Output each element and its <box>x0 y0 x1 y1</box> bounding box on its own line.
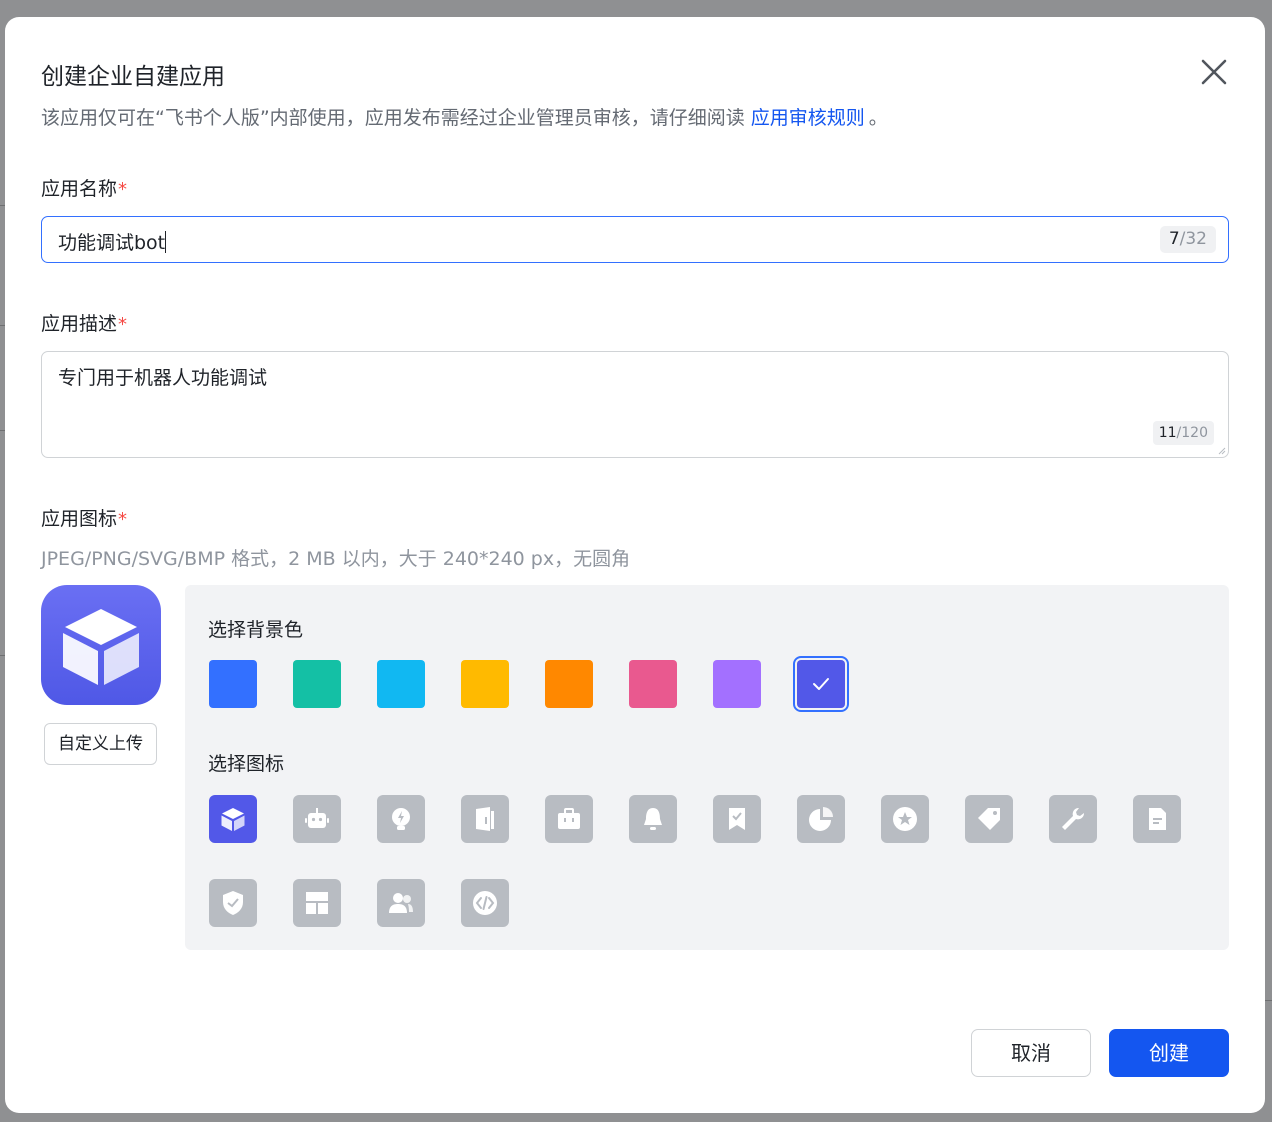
code-icon <box>473 891 497 915</box>
icon-option[interactable] <box>545 795 593 843</box>
subtitle-tail: 。 <box>868 107 888 129</box>
app-description-value: 专门用于机器人功能调试 <box>58 367 268 389</box>
color-swatch[interactable] <box>713 660 761 708</box>
pie-chart-icon <box>809 807 833 831</box>
icon-option[interactable] <box>629 795 677 843</box>
close-icon <box>1201 59 1227 85</box>
create-app-dialog: 创建企业自建应用 该应用仅可在“飞书个人版”内部使用，应用发布需经过企业管理员审… <box>5 17 1265 1113</box>
icon-option[interactable] <box>797 795 845 843</box>
app-description-label-text: 应用描述 <box>41 313 118 335</box>
dialog-subtitle: 该应用仅可在“飞书个人版”内部使用，应用发布需经过企业管理员审核，请仔细阅读 应用… <box>41 103 888 130</box>
app-description-count-current: 11 <box>1158 425 1177 441</box>
icon-picker-panel: 选择背景色 选择图标 <box>185 585 1229 950</box>
icon-option[interactable] <box>293 879 341 927</box>
icon-option[interactable] <box>1133 795 1181 843</box>
app-description-counter: 11/120 <box>1152 421 1214 445</box>
app-icon-label-text: 应用图标 <box>41 508 118 530</box>
icon-option[interactable] <box>461 879 509 927</box>
required-mark: * <box>118 314 128 335</box>
icon-format-hint: JPEG/PNG/SVG/BMP 格式，2 MB 以内，大于 240*240 p… <box>41 548 631 570</box>
color-swatch[interactable] <box>629 660 677 708</box>
text-caret <box>165 231 167 253</box>
tag-icon <box>978 808 1000 830</box>
app-description-label: 应用描述* <box>41 309 127 336</box>
dialog-title: 创建企业自建应用 <box>41 64 225 90</box>
app-description-count-max: /120 <box>1176 425 1208 441</box>
required-mark: * <box>118 179 128 200</box>
color-swatch[interactable] <box>293 660 341 708</box>
color-swatch[interactable] <box>377 660 425 708</box>
app-name-counter: 7/32 <box>1159 226 1216 253</box>
app-icon-preview <box>41 585 161 705</box>
app-name-value: 功能调试bot <box>58 232 166 254</box>
app-name-count-current: 7 <box>1168 229 1180 249</box>
shield-check-icon <box>223 891 243 915</box>
app-name-label: 应用名称* <box>41 174 127 201</box>
icon-option[interactable] <box>461 795 509 843</box>
icon-select-label: 选择图标 <box>208 753 285 775</box>
review-rules-link[interactable]: 应用审核规则 <box>751 107 865 129</box>
app-icon-label: 应用图标* <box>41 504 127 531</box>
color-swatch[interactable] <box>545 660 593 708</box>
checkmark-icon <box>813 678 829 690</box>
icon-option[interactable] <box>881 795 929 843</box>
wrench-icon <box>1062 807 1085 830</box>
icon-option[interactable] <box>1049 795 1097 843</box>
background-divider <box>1264 1000 1272 1001</box>
close-button[interactable] <box>1197 55 1231 89</box>
create-button[interactable]: 创建 <box>1109 1029 1229 1077</box>
app-name-input[interactable]: 功能调试bot 7/32 <box>41 216 1229 263</box>
icon-option[interactable] <box>713 795 761 843</box>
bg-color-label: 选择背景色 <box>208 619 304 641</box>
document-icon <box>1149 808 1166 830</box>
book-icon <box>476 807 494 831</box>
bookmark-check-icon <box>729 808 745 830</box>
icon-option[interactable] <box>965 795 1013 843</box>
cube-icon <box>221 808 245 831</box>
bell-icon <box>644 808 662 830</box>
icon-option[interactable] <box>209 795 257 843</box>
required-mark: * <box>118 509 128 530</box>
custom-upload-button[interactable]: 自定义上传 <box>44 723 157 765</box>
icon-option[interactable] <box>377 795 425 843</box>
app-description-textarea[interactable]: 专门用于机器人功能调试 11/120 <box>41 351 1229 458</box>
briefcase-icon <box>558 808 580 829</box>
icon-option[interactable] <box>377 879 425 927</box>
lightbulb-icon <box>392 808 410 830</box>
layout-icon <box>306 892 328 914</box>
subtitle-text: 该应用仅可在“飞书个人版”内部使用，应用发布需经过企业管理员审核，请仔细阅读 <box>41 107 745 129</box>
star-badge-icon <box>893 807 917 831</box>
people-icon <box>389 893 413 913</box>
icon-option[interactable] <box>293 795 341 843</box>
color-swatch[interactable] <box>461 660 509 708</box>
cancel-button[interactable]: 取消 <box>971 1029 1091 1077</box>
resize-handle-icon[interactable] <box>1216 445 1226 455</box>
color-swatch[interactable] <box>793 656 849 712</box>
color-swatch[interactable] <box>209 660 257 708</box>
cube-icon <box>63 609 139 685</box>
app-name-count-max: /32 <box>1179 229 1207 249</box>
icon-option[interactable] <box>209 879 257 927</box>
robot-icon <box>305 808 329 828</box>
app-name-label-text: 应用名称 <box>41 178 118 200</box>
